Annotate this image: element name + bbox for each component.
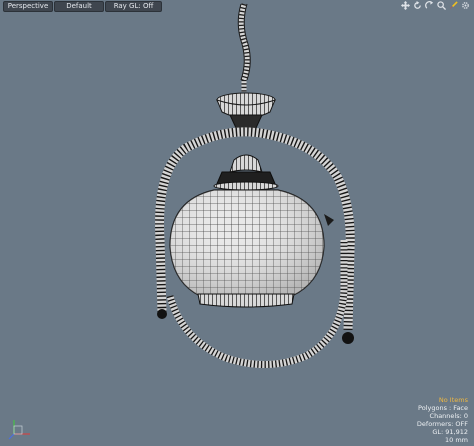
lamp-globe [169, 189, 325, 308]
channels-count: Channels: 0 [429, 412, 468, 420]
scene-info-panel: No Items Polygons : Face Channels: 0 Def… [417, 396, 468, 444]
grid-units: 10 mm [444, 436, 468, 444]
lamp-neck [213, 154, 279, 191]
selection-status: No Items [438, 396, 468, 404]
axis-gizmo-icon [8, 420, 30, 440]
lamp-wireframe-model[interactable] [0, 0, 474, 446]
deformers-status: Deformers: OFF [416, 420, 468, 428]
chain [237, 3, 251, 92]
polygons-mode: Polygons : Face [418, 404, 468, 412]
gl-polycount: GL: 91,912 [432, 428, 468, 436]
3d-viewport[interactable]: Perspective Default Ray GL: Off No Items… [0, 0, 474, 446]
